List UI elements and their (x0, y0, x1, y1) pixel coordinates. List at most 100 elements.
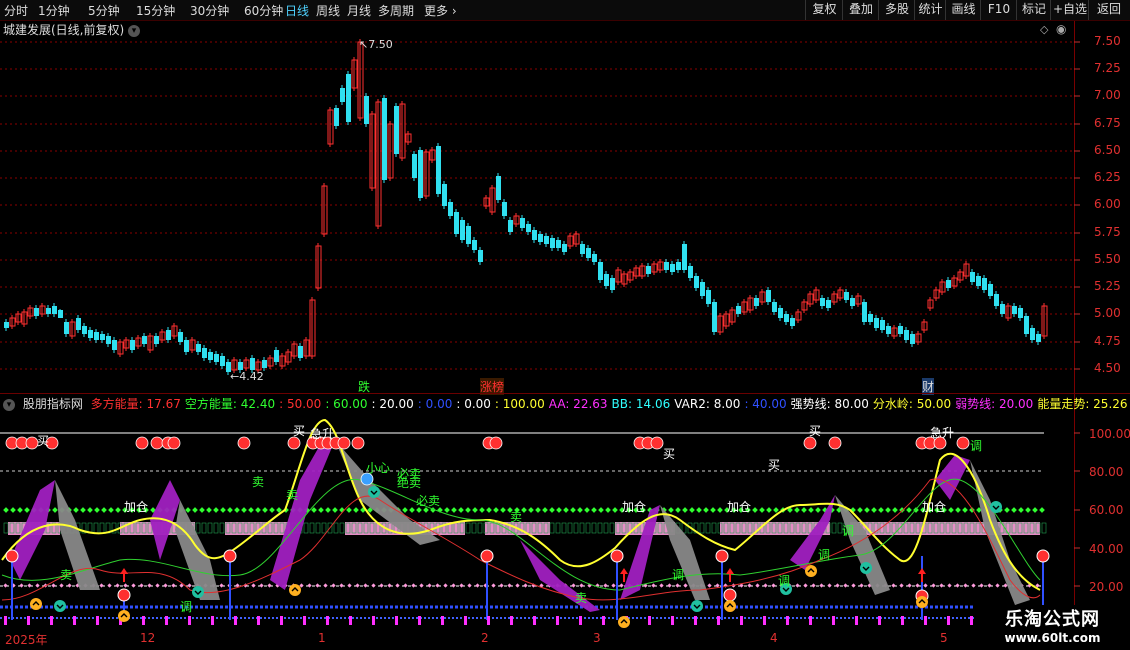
pink-zone-band (120, 522, 195, 535)
grid-pattern-cell (609, 522, 615, 534)
grid-pattern-cell (957, 522, 963, 534)
candle-body-up (291, 343, 298, 357)
green-diamond-marker (689, 507, 695, 513)
pink-diamond-marker (971, 583, 976, 588)
energy-ribbon (970, 460, 1030, 605)
add-position-signal: 加仓 (622, 500, 647, 514)
grid-pattern-cell (225, 522, 231, 534)
magenta-bottom-tick (970, 616, 973, 625)
green-diamond-marker (808, 507, 814, 513)
magenta-bottom-tick (441, 616, 444, 625)
diamond-icon[interactable]: ◇ (1040, 23, 1048, 36)
grid-pattern-cell (9, 522, 15, 534)
period-tab-1min[interactable]: 1分钟 (38, 2, 70, 19)
price-tick: 7.50 (1094, 34, 1121, 48)
top-sell-dot (641, 436, 655, 450)
grid-pattern-cell (735, 522, 741, 534)
grid-pattern-cell (153, 522, 159, 534)
grid-pattern-cell (819, 522, 825, 534)
candle-body-down (556, 240, 561, 248)
pink-diamond-marker (531, 583, 536, 588)
stats-button[interactable]: 统计 (914, 0, 946, 20)
candle-body-down (34, 308, 39, 316)
pink-diamond-marker (323, 583, 328, 588)
grid-pattern-cell (489, 522, 495, 534)
pink-diamond-marker (547, 583, 552, 588)
grid-pattern-cell (219, 522, 225, 534)
grid-pattern-cell (3, 522, 9, 534)
candle-body-down (604, 274, 609, 286)
grid-pattern-cell (759, 522, 765, 534)
period-tab-weekly[interactable]: 周线 (316, 2, 340, 19)
candle-body-down (418, 150, 423, 198)
period-tab-more[interactable]: 更多 › (424, 2, 457, 19)
pink-diamond-marker (987, 583, 992, 588)
magenta-bottom-tick (142, 616, 145, 625)
period-tab-multi[interactable]: 多周期 (378, 2, 414, 19)
fuquan-button[interactable]: 复权 (805, 0, 843, 20)
indicator-value: : 100.00 (494, 397, 545, 411)
date-tick: 1 (318, 631, 326, 645)
period-tab-5min[interactable]: 5分钟 (88, 2, 120, 19)
grid-pattern-cell (501, 522, 507, 534)
f10-button[interactable]: F10 (980, 0, 1017, 20)
candle-body-down (862, 302, 867, 322)
pink-diamond-marker (379, 583, 384, 588)
multi-stock-button[interactable]: 多股 (878, 0, 915, 20)
period-tab-monthly[interactable]: 月线 (347, 2, 371, 19)
green-diamond-marker (325, 507, 331, 513)
candle-body-up (351, 59, 358, 89)
indicator-name[interactable]: 股朋指标网 (23, 397, 83, 411)
green-diamond-marker (157, 507, 163, 513)
magenta-bottom-tick (786, 616, 789, 625)
green-diamond-marker (255, 507, 261, 513)
add-favorite-button[interactable]: +自选 (1050, 0, 1089, 20)
candle-body-up (15, 313, 22, 323)
chart-title[interactable]: 城建发展(日线,前复权) ▾ (3, 21, 141, 38)
candle-body-down (712, 302, 717, 332)
green-diamond-marker (45, 507, 51, 513)
settings-icon[interactable]: ◉ (1056, 22, 1066, 36)
magenta-bottom-tick (257, 616, 260, 625)
pink-diamond-marker (731, 583, 736, 588)
grid-pattern-cell (1023, 522, 1029, 534)
period-tab-daily[interactable]: 日线 (285, 2, 309, 19)
pink-diamond-marker (1027, 583, 1032, 588)
period-tab-fenshi[interactable]: 分时 (4, 2, 28, 19)
candle-body-up (21, 311, 28, 325)
magenta-bottom-tick (96, 616, 99, 625)
top-sell-dot (650, 436, 664, 450)
grid-pattern-cell (147, 522, 153, 534)
pink-diamond-marker (507, 583, 512, 588)
green-diamond-marker (843, 507, 849, 513)
draw-button[interactable]: 画线 (945, 0, 981, 20)
sell-signal: 卖 (252, 475, 265, 489)
period-tab-30min[interactable]: 30分钟 (190, 2, 229, 19)
stock-title: 城建发展(日线,前复权) (3, 23, 125, 37)
mark-button[interactable]: 标记 (1016, 0, 1051, 20)
green-diamond-marker (374, 507, 380, 513)
green-diamond-marker (17, 507, 23, 513)
overlay-button[interactable]: 叠加 (842, 0, 879, 20)
green-diamond-marker (402, 507, 408, 513)
green-diamond-marker (178, 507, 184, 513)
pink-diamond-marker (803, 583, 808, 588)
green-diamond-marker (836, 507, 842, 513)
period-tab-60min[interactable]: 60分钟 (244, 2, 283, 19)
candle-body-down (64, 322, 69, 334)
grid-pattern-cell (195, 522, 201, 534)
teal-check-mark (862, 566, 870, 571)
back-button[interactable]: 返回 (1088, 0, 1129, 20)
chevron-down-icon[interactable]: ▾ (3, 398, 15, 411)
chevron-down-icon[interactable]: ▾ (128, 24, 141, 37)
period-tab-15min[interactable]: 15分钟 (136, 2, 175, 19)
pink-diamond-marker (587, 583, 592, 588)
grid-pattern-cell (93, 522, 99, 534)
buy-signal: 买 (663, 447, 676, 461)
pink-diamond-marker (835, 583, 840, 588)
magenta-bottom-tick (556, 616, 559, 625)
pink-diamond-marker (11, 583, 16, 588)
energy-ribbon (270, 440, 335, 590)
grid-pattern-cell (57, 522, 63, 534)
candle-body-down (82, 326, 87, 334)
